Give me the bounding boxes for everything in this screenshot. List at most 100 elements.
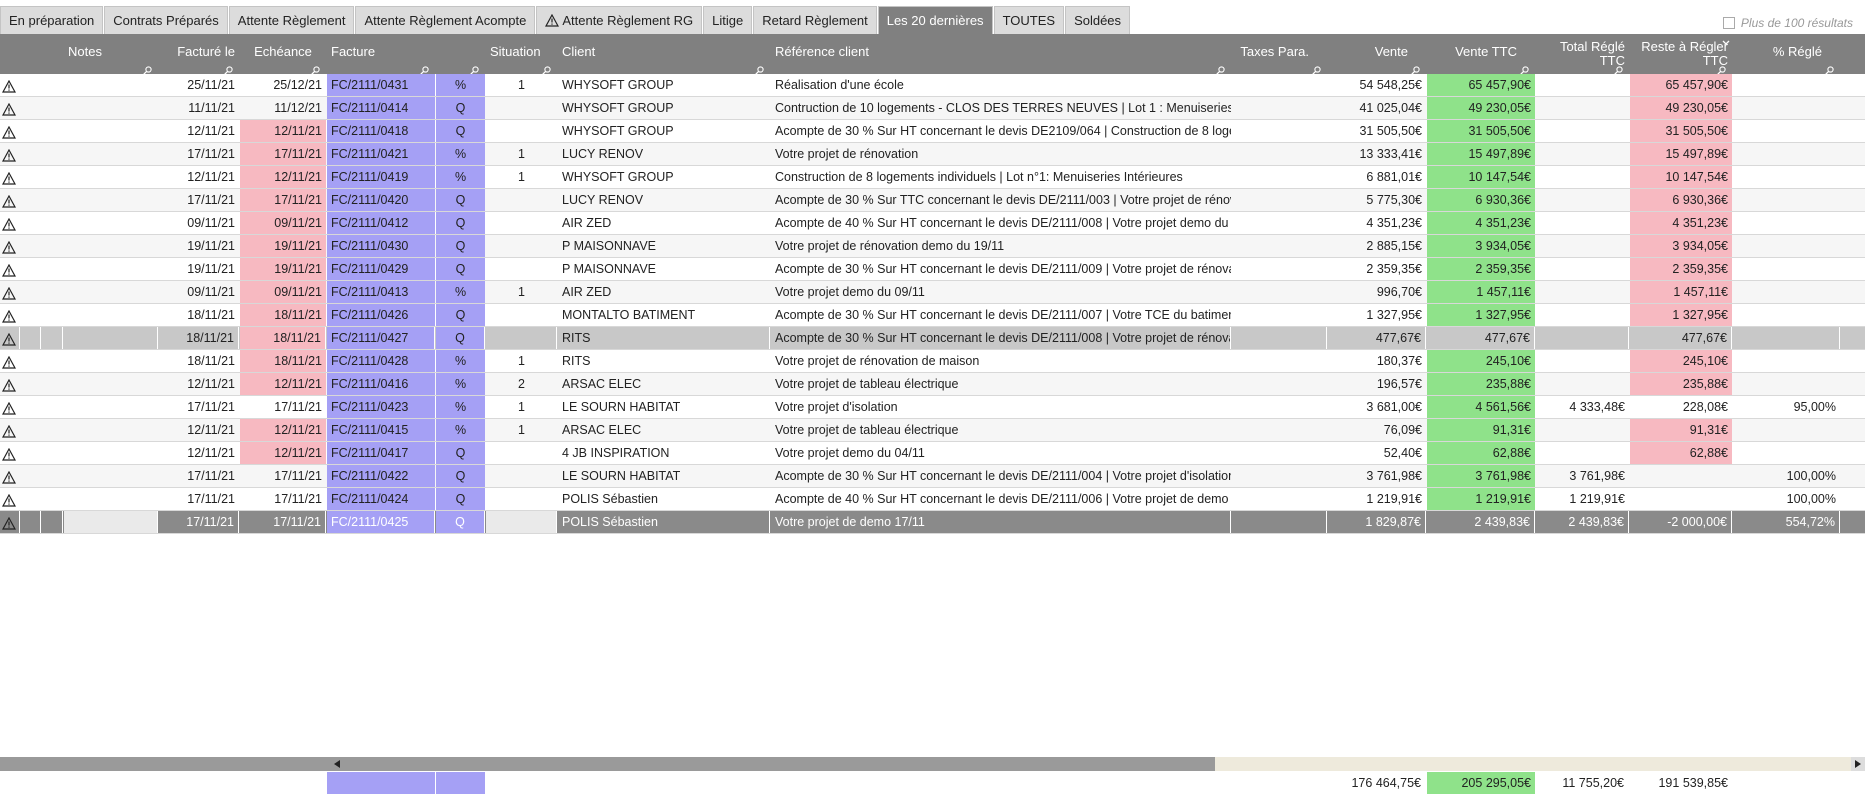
cell-client: WHYSOFT GROUP: [562, 101, 674, 115]
column-header-notes[interactable]: Notes: [64, 34, 158, 75]
cell-blank: [21, 189, 41, 211]
warning-icon[interactable]: [0, 166, 20, 188]
warning-icon[interactable]: [0, 258, 20, 280]
warning-icon[interactable]: [0, 212, 20, 234]
cell-vente-ttc: 10 147,54€: [1427, 166, 1535, 188]
search-icon[interactable]: [1717, 63, 1726, 75]
search-icon[interactable]: [1520, 63, 1529, 75]
table-row[interactable]: 17/11/21 17/11/21 FC/2111/0423% 1 LE SOURN H…: [0, 396, 1865, 419]
tab-sold-es[interactable]: Soldées: [1065, 6, 1131, 34]
cell-situation: [486, 442, 557, 464]
table-row[interactable]: 12/11/21 12/11/21 FC/2111/0418 Q WHYSOFT GRO…: [0, 120, 1865, 143]
tab-contrats-pr-par-s[interactable]: Contrats Préparés: [104, 6, 228, 34]
warning-icon[interactable]: [0, 511, 20, 533]
warning-icon[interactable]: [0, 120, 20, 142]
more-results-label: Plus de 100 résultats: [1740, 16, 1853, 30]
search-icon[interactable]: [311, 63, 320, 75]
cell-reste: [1630, 465, 1732, 487]
search-icon[interactable]: [1825, 63, 1834, 75]
warning-icon[interactable]: [0, 419, 20, 441]
warning-icon[interactable]: [0, 304, 20, 326]
table-row[interactable]: 17/11/21 17/11/21 FC/2111/0421% 1 LUCY RENOV…: [0, 143, 1865, 166]
scroll-left-icon[interactable]: [330, 757, 344, 771]
scrollbar-thumb[interactable]: [0, 757, 1215, 771]
warning-icon[interactable]: [0, 396, 20, 418]
tab-les-20-derni-res[interactable]: Les 20 dernières: [877, 6, 993, 34]
warning-icon[interactable]: [0, 235, 20, 257]
search-icon[interactable]: [470, 63, 479, 75]
warning-icon[interactable]: [0, 373, 20, 395]
sort-descending-icon[interactable]: [1722, 35, 1730, 45]
search-icon[interactable]: [143, 63, 152, 75]
tab-attente-r-glement[interactable]: Attente Règlement: [228, 6, 355, 34]
table-row[interactable]: 09/11/21 09/11/21 FC/2111/0413% 1 AIR ZED Vot…: [0, 281, 1865, 304]
tab-en-pr-paration[interactable]: En préparation: [0, 6, 104, 34]
search-icon[interactable]: [755, 63, 764, 75]
search-icon[interactable]: [1614, 63, 1623, 75]
warning-icon[interactable]: [0, 74, 20, 96]
table-row[interactable]: 17/11/21 17/11/21 FC/2111/0425 Q POLIS Sébas…: [0, 511, 1865, 534]
warning-icon[interactable]: [0, 281, 20, 303]
column-header-situation[interactable]: Situation: [486, 34, 557, 75]
search-icon[interactable]: [420, 63, 429, 75]
table-row[interactable]: 18/11/21 18/11/21 FC/2111/0428% 1 RITS Votre …: [0, 350, 1865, 373]
search-icon[interactable]: [1411, 63, 1420, 75]
table-row[interactable]: 19/11/21 19/11/21 FC/2111/0430 Q P MAISONNAV…: [0, 235, 1865, 258]
search-icon[interactable]: [1216, 63, 1225, 75]
cell-notes: [64, 511, 158, 533]
warning-icon[interactable]: [0, 488, 20, 510]
cell-blank: [42, 350, 63, 372]
warning-icon[interactable]: [0, 327, 20, 349]
table-row[interactable]: 12/11/21 12/11/21 FC/2111/0415% 1 ARSAC ELEC…: [0, 419, 1865, 442]
cell-facture-le: 18/11/21: [187, 308, 235, 322]
warning-icon[interactable]: [0, 97, 20, 119]
table-row[interactable]: 11/11/21 11/12/21 FC/2111/0414 Q WHYSOFT GRO…: [0, 97, 1865, 120]
warning-icon[interactable]: [0, 350, 20, 372]
cell-vente: 13 333,41€: [1359, 147, 1422, 161]
table-row[interactable]: 12/11/21 12/11/21 FC/2111/0419% 1 WHYSOFT GR…: [0, 166, 1865, 189]
tab-attente-r-glement-rg[interactable]: Attente Règlement RG: [536, 6, 703, 34]
cell-total-regle: [1536, 235, 1629, 257]
tab-retard-r-glement[interactable]: Retard Règlement: [753, 6, 877, 34]
cell-situation: [486, 258, 557, 280]
cell-blank: [42, 281, 63, 303]
column-header-facture[interactable]: Facture: [327, 34, 435, 75]
column-header-pct[interactable]: % Réglé: [1733, 34, 1840, 75]
warning-icon[interactable]: [0, 465, 20, 487]
column-header-echeance[interactable]: Echéance: [240, 34, 326, 75]
table-row[interactable]: 19/11/21 19/11/21 FC/2111/0429 Q P MAISONNAV…: [0, 258, 1865, 281]
tab-attente-r-glement-acompte[interactable]: Attente Règlement Acompte: [355, 6, 536, 34]
column-header-type[interactable]: [436, 34, 485, 75]
total-vente-ttc: 205 295,05€: [1427, 772, 1535, 794]
more-results-checkbox[interactable]: [1722, 17, 1735, 29]
warning-icon[interactable]: [0, 442, 20, 464]
column-header-vente-ttc[interactable]: Vente TTC: [1427, 34, 1535, 75]
table-row[interactable]: 09/11/21 09/11/21 FC/2111/0412 Q AIR ZED Acom…: [0, 212, 1865, 235]
column-header-taxes[interactable]: Taxes Para.: [1232, 34, 1327, 75]
column-header-reste[interactable]: Reste à Régler TTC: [1630, 34, 1732, 75]
column-header-facture-le[interactable]: Facturé le: [159, 34, 239, 75]
table-row[interactable]: 17/11/21 17/11/21 FC/2111/0422 Q LE SOURN HA…: [0, 465, 1865, 488]
tab-litige[interactable]: Litige: [703, 6, 753, 34]
table-row[interactable]: 25/11/21 25/12/21 FC/2111/0431% 1 WHYSOFT GR…: [0, 74, 1865, 97]
tab-toutes[interactable]: TOUTES: [993, 6, 1065, 34]
table-row[interactable]: 12/11/21 12/11/21 FC/2111/0417 Q 4 JB INSPIR…: [0, 442, 1865, 465]
table-row[interactable]: 12/11/21 12/11/21 FC/2111/0416% 2 ARSAC ELEC…: [0, 373, 1865, 396]
search-icon[interactable]: [542, 63, 551, 75]
table-row[interactable]: 17/11/21 17/11/21 FC/2111/0424 Q POLIS Sébas…: [0, 488, 1865, 511]
search-icon[interactable]: [224, 63, 233, 75]
horizontal-scrollbar[interactable]: [0, 757, 1865, 771]
column-header-total-regle[interactable]: Total Réglé TTC: [1536, 34, 1629, 75]
search-icon[interactable]: [1312, 63, 1321, 75]
scroll-right-icon[interactable]: [1851, 757, 1865, 771]
more-results-toggle[interactable]: Plus de 100 résultats: [1722, 16, 1853, 30]
column-header-client[interactable]: Client: [558, 34, 770, 75]
column-header-reference[interactable]: Référence client: [771, 34, 1231, 75]
warning-icon[interactable]: [0, 143, 20, 165]
cell-client: POLIS Sébastien: [562, 492, 658, 506]
table-row[interactable]: 18/11/21 18/11/21 FC/2111/0427 Q RITS Acompte…: [0, 327, 1865, 350]
table-row[interactable]: 18/11/21 18/11/21 FC/2111/0426 Q MONTALTO BA…: [0, 304, 1865, 327]
warning-icon[interactable]: [0, 189, 20, 211]
column-header-vente[interactable]: Vente: [1328, 34, 1426, 75]
table-row[interactable]: 17/11/21 17/11/21 FC/2111/0420 Q LUCY RENOV A…: [0, 189, 1865, 212]
